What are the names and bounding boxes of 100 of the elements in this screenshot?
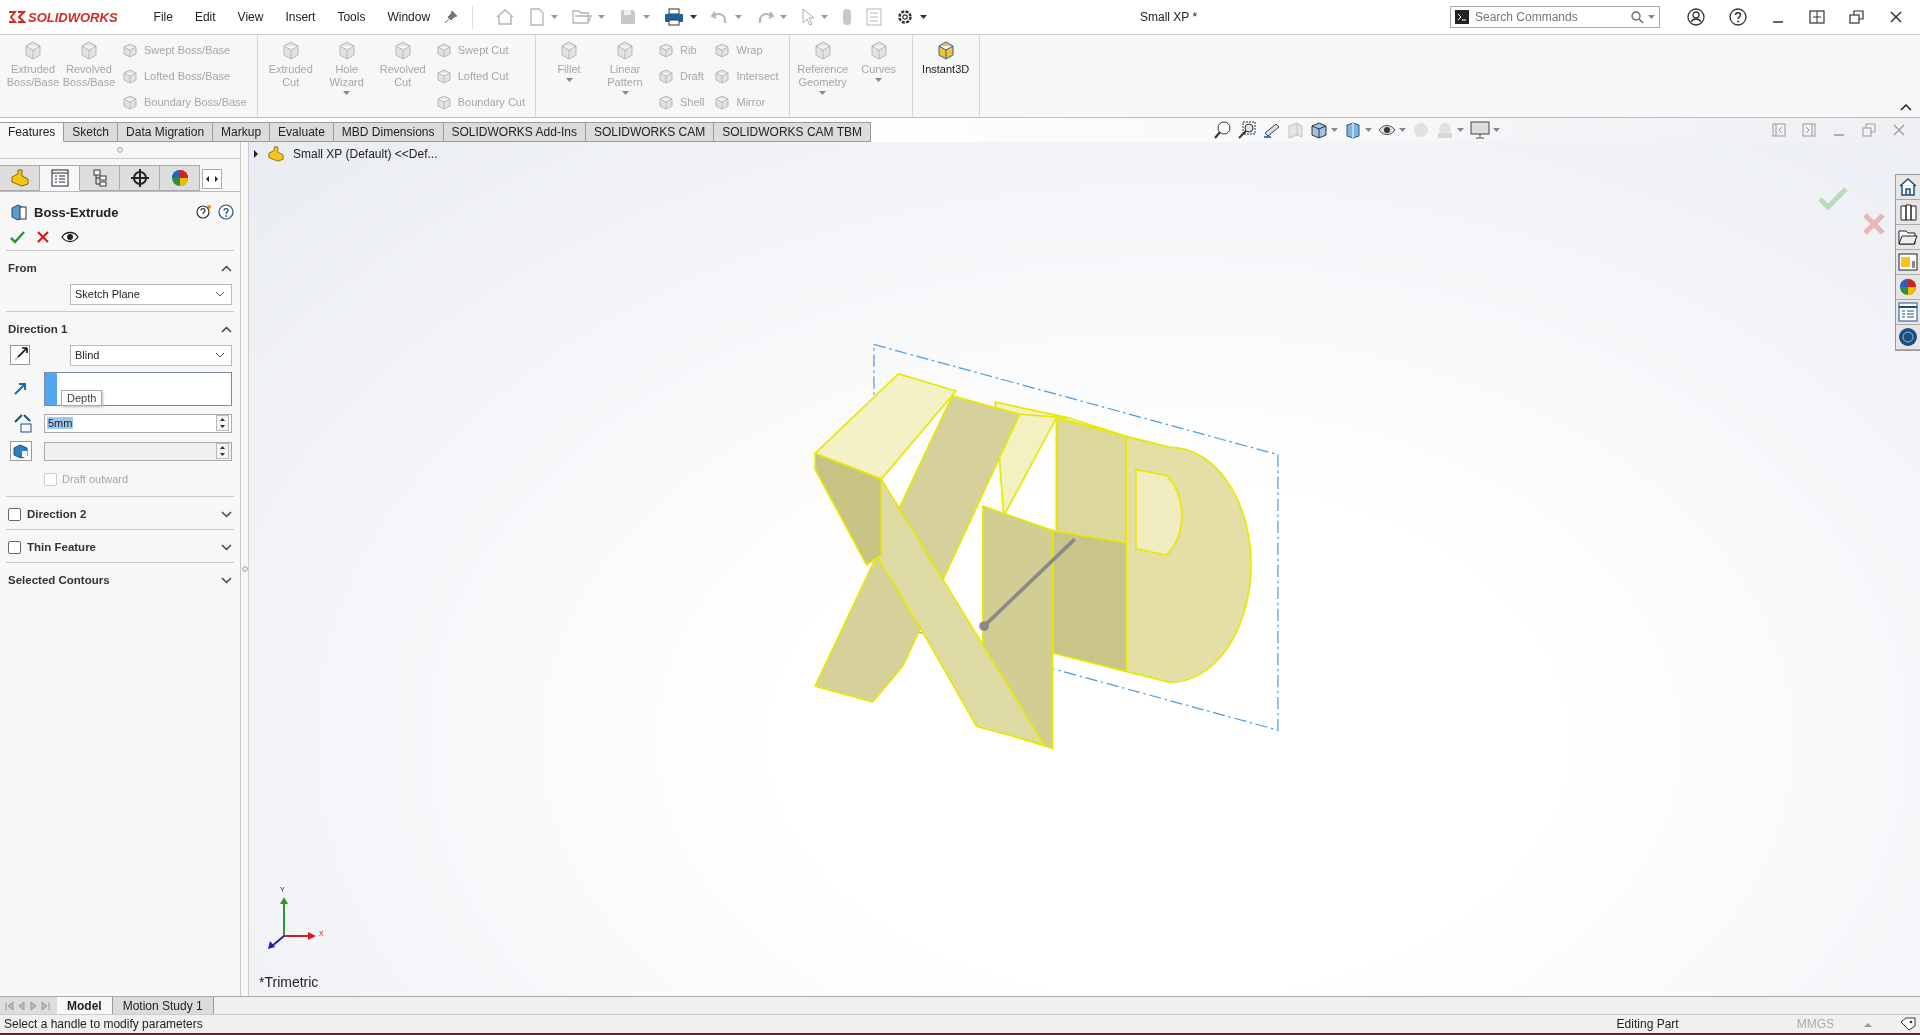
section-title[interactable]: Thin Feature (27, 541, 96, 553)
tooltip: Depth (61, 390, 103, 406)
tile-left-icon[interactable] (1772, 123, 1786, 137)
cube-icon (658, 42, 674, 58)
tag-icon[interactable] (1900, 1017, 1916, 1031)
ok-check-icon[interactable] (10, 230, 25, 244)
restore-icon[interactable] (1849, 10, 1865, 24)
cube-icon (122, 94, 138, 110)
command-tab[interactable]: MBD Dimensions (333, 122, 444, 142)
tree-icon (90, 169, 109, 187)
grip-icon[interactable] (241, 566, 248, 572)
previous-view-icon[interactable] (1261, 121, 1280, 139)
cube-icon (435, 68, 452, 84)
cube-icon (714, 94, 731, 110)
menu-item[interactable]: Tools (329, 10, 374, 24)
bottom-tab[interactable]: Model (57, 997, 113, 1014)
caret-icon[interactable] (920, 14, 928, 20)
extrude-icon (10, 203, 28, 221)
end-condition-dropdown[interactable]: Blind (70, 344, 232, 366)
eye-icon[interactable] (61, 231, 79, 243)
settings-icon[interactable] (896, 8, 915, 26)
search-box[interactable]: Search Commands (1450, 6, 1660, 28)
spinner-icon[interactable] (216, 443, 229, 459)
draft-angle-icon[interactable] (10, 441, 32, 461)
selection-list[interactable]: Depth (44, 372, 232, 406)
command-tab[interactable]: SOLIDWORKS Add-Ins (443, 122, 586, 142)
close-icon[interactable] (1889, 10, 1903, 24)
cube-icon (614, 39, 636, 61)
command-tab[interactable]: Markup (213, 122, 271, 142)
monitor-icon[interactable] (1469, 121, 1490, 139)
drag-handle[interactable] (979, 537, 1076, 631)
window-title: Small XP * (1140, 10, 1198, 24)
start-condition-dropdown[interactable]: Sketch Plane (70, 283, 232, 305)
checkbox[interactable] (8, 540, 21, 554)
help-icon[interactable] (218, 204, 234, 220)
cube-icon (122, 68, 138, 84)
command-tab[interactable]: Features (0, 122, 65, 142)
chevron-up-icon[interactable] (1900, 103, 1912, 111)
chevron-down-icon[interactable] (221, 510, 232, 518)
section-title[interactable]: Direction 1 (8, 323, 68, 335)
cursor-icon[interactable] (801, 8, 816, 26)
part-icon (9, 169, 30, 187)
chevron-up-icon[interactable] (221, 325, 232, 333)
bottom-tab[interactable]: Motion Study 1 (112, 997, 214, 1014)
tile-icon[interactable] (1809, 10, 1825, 24)
section-title[interactable]: Selected Contours (8, 574, 110, 586)
cube-icon (714, 42, 731, 58)
draft-angle-input[interactable] (44, 441, 232, 461)
chevron-down-icon[interactable] (221, 543, 232, 551)
command-tab[interactable]: SOLIDWORKS CAM (585, 122, 715, 142)
user-icon[interactable] (1687, 8, 1705, 26)
command-tab[interactable]: Sketch (64, 122, 119, 142)
display-style-icon[interactable] (1343, 121, 1362, 139)
panel-tab[interactable] (120, 165, 160, 191)
printer-icon[interactable] (664, 8, 685, 26)
depth-input[interactable]: 5mm (44, 413, 232, 433)
help-icon[interactable] (1729, 8, 1747, 26)
zoom-area-icon[interactable] (1237, 121, 1256, 139)
tile-right-icon[interactable] (1802, 123, 1816, 137)
command-tab[interactable]: SOLIDWORKS CAM TBM (714, 122, 872, 142)
cube-icon (435, 42, 452, 58)
tree-item[interactable]: Small XP (Default) <<Def... (293, 147, 438, 161)
whats-new-icon[interactable] (196, 204, 212, 220)
spinner-icon[interactable] (216, 415, 229, 431)
list-icon[interactable] (1896, 300, 1920, 325)
logo-text: SOLIDWORKS (28, 9, 118, 25)
menu-item[interactable]: Window (379, 10, 439, 24)
checkbox[interactable] (8, 507, 21, 521)
palette-icon[interactable] (1896, 250, 1920, 275)
terminal-icon (1455, 10, 1469, 24)
cube-icon (78, 39, 100, 61)
cube-icon (22, 39, 44, 61)
menu-item[interactable]: Insert (277, 10, 324, 24)
chevron-down-icon (215, 291, 225, 297)
home-icon[interactable] (1896, 175, 1920, 200)
section-title[interactable]: From (8, 262, 37, 274)
chevron-down-icon[interactable] (221, 576, 232, 584)
command-tab[interactable]: Evaluate (270, 122, 334, 142)
status-mode: Editing Part (1616, 1017, 1679, 1031)
caret-icon[interactable] (690, 14, 698, 20)
view-orientation-icon[interactable] (1309, 121, 1328, 139)
ribbon-button[interactable]: Instant3D (918, 39, 973, 76)
reverse-direction-icon[interactable] (10, 345, 30, 365)
command-tab[interactable]: Data Migration (118, 122, 214, 142)
cancel-x-icon[interactable] (37, 231, 49, 243)
logo-icon (8, 9, 26, 25)
caret-up-icon[interactable] (1864, 1021, 1872, 1027)
depth-dimension-icon (13, 413, 33, 433)
zoom-fit-icon[interactable] (1213, 121, 1232, 139)
menu-item[interactable]: File (145, 10, 181, 24)
globe-icon[interactable] (1896, 325, 1920, 350)
section-title[interactable]: Direction 2 (27, 508, 87, 520)
view-name: *Trimetric (259, 974, 319, 990)
chevron-up-icon[interactable] (221, 264, 232, 272)
pin-icon[interactable] (444, 10, 459, 24)
menu-item[interactable]: View (229, 10, 272, 24)
expand-arrow-icon[interactable] (253, 150, 259, 158)
menu-item[interactable]: Edit (186, 10, 224, 24)
cube-icon (435, 94, 452, 110)
grip-icon[interactable] (117, 147, 123, 153)
